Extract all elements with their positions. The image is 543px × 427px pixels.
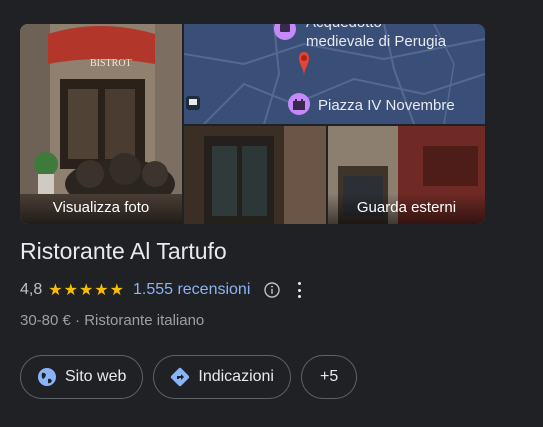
map-view: Acquedotto medievale di Perugia Piazza I…: [184, 24, 485, 124]
place-name: Ristorante Al Tartufo: [20, 238, 227, 264]
rating-row: 4,8 ★★★★★ 1.555 recensioni: [20, 280, 302, 300]
reviews-link[interactable]: 1.555 recensioni: [133, 281, 250, 299]
info-icon[interactable]: [264, 282, 281, 298]
rating-value: 4,8: [20, 281, 43, 298]
svg-text:BISTROT: BISTROT: [90, 58, 132, 69]
more-actions-button[interactable]: +5: [300, 355, 358, 399]
directions-icon: [171, 367, 190, 387]
aqueduct-label: Acquedotto: [306, 24, 382, 31]
website-label: Sito web: [65, 368, 127, 385]
more-options-icon[interactable]: [296, 282, 302, 298]
svg-text:medievale di Perugia: medievale di Perugia: [306, 33, 447, 50]
photos-tile[interactable]: BISTROT Visualizza foto: [20, 24, 182, 224]
directions-button[interactable]: Indicazioni: [153, 355, 291, 399]
star-rating-icon: ★★★★★: [48, 282, 125, 299]
entrance-photo: [184, 126, 326, 224]
directions-label: Indicazioni: [198, 368, 274, 385]
photo-gallery: BISTROT Visualizza foto medievale di Per…: [20, 24, 485, 224]
piazza-label: Piazza IV Novembre: [318, 97, 455, 114]
interior-photo-tile[interactable]: [184, 126, 326, 224]
price-category: 30-80 € · Ristorante italiano: [20, 312, 205, 329]
view-exterior-label: Guarda esterni: [328, 193, 485, 224]
exterior-tile[interactable]: Guarda esterni: [328, 126, 485, 224]
globe-icon: [38, 368, 56, 386]
action-buttons: Sito web Indicazioni +5: [20, 355, 358, 399]
website-button[interactable]: Sito web: [20, 355, 144, 399]
more-actions-label: +5: [319, 368, 339, 385]
map-tile[interactable]: Acquedotto medievale di Perugia Piazza I…: [184, 24, 485, 124]
view-photos-label: Visualizza foto: [20, 193, 182, 224]
